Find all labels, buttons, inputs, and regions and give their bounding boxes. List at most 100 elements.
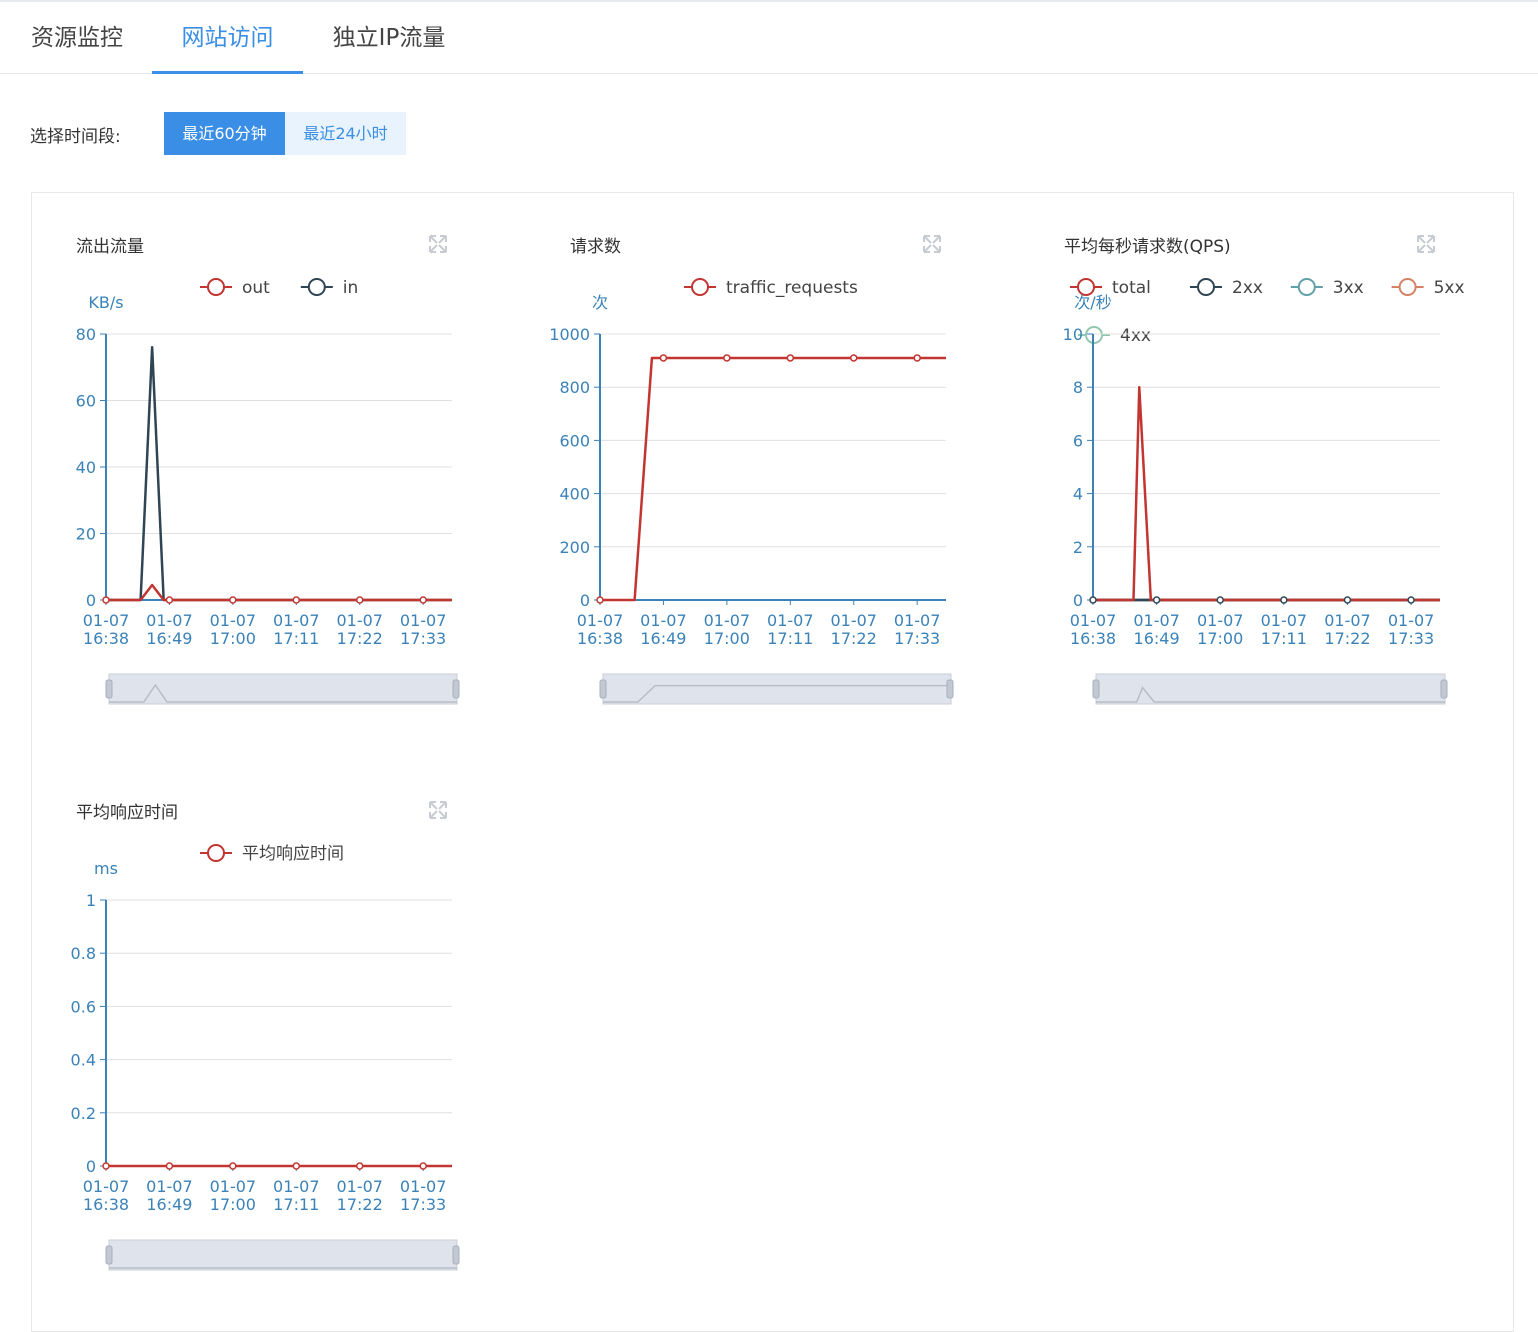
y-axis-unit: 次: [592, 293, 608, 312]
slider-handle-left[interactable]: [1092, 679, 1100, 699]
data-zoom-slider[interactable]: [599, 673, 954, 705]
chart-title: 流出流量: [76, 237, 144, 257]
x-tick-label-line: 01-07: [210, 611, 257, 630]
x-tick-label: 01-07 16:38: [577, 611, 624, 648]
data-zoom-slider[interactable]: [105, 673, 460, 705]
y-tick-label: 8: [1073, 378, 1083, 397]
y-tick-label: 600: [559, 431, 590, 450]
x-tick-label-line: 01-07: [1261, 611, 1308, 630]
legend-item-平均响应时间[interactable]: 平均响应时间: [200, 844, 344, 864]
x-tick-label-line: 01-07: [400, 611, 447, 630]
x-tick-label-line: 17:33: [1388, 629, 1434, 648]
x-tick-label: 01-07 16:38: [1070, 611, 1117, 648]
x-tick-label-line: 01-07: [146, 1177, 193, 1196]
chart-title: 平均响应时间: [76, 803, 178, 823]
x-tick-label: 01-07 17:11: [767, 611, 814, 648]
x-tick-label: 01-07 17:22: [336, 611, 383, 648]
x-tick-label: 01-07 16:49: [1133, 611, 1180, 648]
legend-item-5xx[interactable]: 5xx: [1391, 278, 1465, 298]
x-tick-label-line: 01-07: [273, 1177, 320, 1196]
legend-item-2xx[interactable]: 2xx: [1190, 278, 1263, 298]
slider-handle-right[interactable]: [1440, 679, 1448, 699]
data-point: [1407, 596, 1415, 604]
legend-item-3xx[interactable]: 3xx: [1290, 278, 1364, 298]
y-tick-label: 0.4: [71, 1051, 96, 1070]
chart-title: 平均每秒请求数(QPS): [1064, 237, 1231, 257]
data-point: [355, 1162, 364, 1170]
x-tick-label: 01-07 17:00: [210, 1177, 257, 1214]
y-tick-label: 2: [1073, 538, 1083, 557]
y-tick-label: 800: [559, 378, 590, 397]
chart-avg-response-time: 平均响应时间平均响应时间ms00.20.40.60.8101-07 16:3801…: [71, 801, 460, 1271]
x-tick-label-line: 17:22: [831, 629, 877, 648]
slider-handle-right[interactable]: [452, 679, 460, 699]
data-zoom-slider[interactable]: [105, 1239, 460, 1271]
y-tick-label: 40: [76, 458, 96, 477]
data-point: [102, 1162, 110, 1170]
data-point: [292, 596, 301, 604]
x-tick-label-line: 17:00: [210, 1195, 256, 1214]
x-tick-label-line: 16:38: [83, 1195, 129, 1214]
data-point: [355, 596, 364, 604]
y-tick-label: 0: [580, 591, 590, 610]
y-axis-unit: KB/s: [88, 293, 123, 312]
y-axis-unit: ms: [94, 859, 118, 878]
expand-icon[interactable]: [429, 801, 447, 819]
x-tick-label: 01-07 17:22: [1324, 611, 1371, 648]
legend-item-4xx[interactable]: 4xx: [1078, 326, 1151, 346]
series-line-traffic_requests: [600, 356, 946, 602]
expand-icon-shape: [429, 801, 447, 819]
data-point: [1152, 596, 1161, 604]
slider-handle-left[interactable]: [599, 679, 607, 699]
legend-label: out: [242, 278, 270, 298]
charts-canvas: 流出流量out inKB/s02040608001-07 16:3801-07 16:…: [71, 235, 1465, 1271]
legend-marker: [307, 278, 326, 296]
chart-outbound-traffic: 流出流量out inKB/s02040608001-07 16:3801-07 16:…: [76, 235, 460, 705]
data-point: [229, 596, 237, 604]
x-tick-label: 01-07 16:38: [83, 611, 130, 648]
data-zoom-slider[interactable]: [1092, 673, 1448, 705]
data-point: [1089, 596, 1097, 604]
x-tick-label-line: 01-07: [400, 1177, 447, 1196]
legend-label: 4xx: [1120, 326, 1151, 346]
data-point: [1280, 596, 1288, 604]
chart-title: 请求数: [570, 237, 621, 257]
x-tick-label-line: 01-07: [830, 611, 877, 630]
x-tick-label-line: 17:11: [273, 629, 319, 648]
slider-handle-right[interactable]: [946, 679, 954, 699]
data-point: [419, 596, 427, 604]
legend-label: 3xx: [1333, 278, 1364, 298]
y-tick-label: 10: [1063, 325, 1083, 344]
legend-item-in[interactable]: in: [300, 278, 359, 298]
data-point: [913, 354, 921, 362]
x-tick-label-line: 16:38: [83, 629, 129, 648]
slider-handle-left[interactable]: [105, 679, 113, 699]
legend-label: total: [1112, 278, 1151, 298]
data-point: [723, 354, 731, 362]
x-tick-label-line: 17:11: [273, 1195, 319, 1214]
slider-handle-right[interactable]: [452, 1245, 460, 1265]
legend-label: traffic_requests: [726, 278, 858, 298]
expand-icon[interactable]: [923, 235, 941, 253]
x-tick-label-line: 01-07: [210, 1177, 257, 1196]
legend-item-out[interactable]: out: [200, 278, 270, 298]
slider-track: [108, 673, 458, 705]
x-tick-label: 01-07 17:22: [830, 611, 877, 648]
expand-icon[interactable]: [429, 235, 447, 253]
legend-item-traffic_requests[interactable]: traffic_requests: [684, 278, 858, 298]
legend-marker: [1197, 278, 1215, 296]
y-tick-label: 6: [1073, 431, 1083, 450]
x-tick-label-line: 01-07: [704, 611, 751, 630]
x-tick-label-line: 01-07: [336, 1177, 383, 1196]
x-tick-label-line: 17:00: [210, 629, 256, 648]
x-tick-label-line: 01-07: [83, 1177, 130, 1196]
y-tick-label: 0: [86, 591, 96, 610]
expand-icon[interactable]: [1417, 235, 1435, 253]
x-tick-label-line: 01-07: [894, 611, 941, 630]
x-tick-label: 01-07 17:00: [210, 611, 257, 648]
expand-icon-shape: [923, 235, 941, 253]
y-tick-label: 0.8: [71, 944, 96, 963]
x-tick-label: 01-07 17:00: [704, 611, 751, 648]
x-tick-label-line: 01-07: [767, 611, 814, 630]
slider-handle-left[interactable]: [105, 1245, 113, 1265]
